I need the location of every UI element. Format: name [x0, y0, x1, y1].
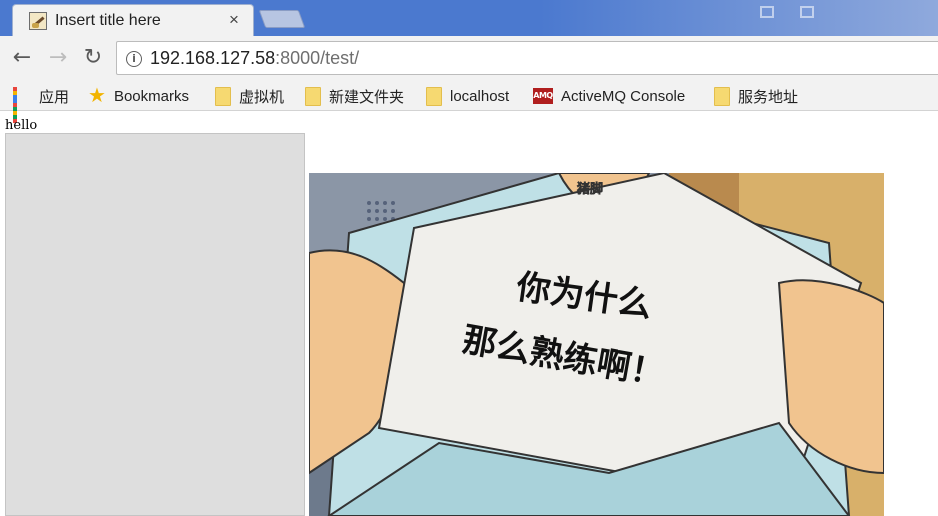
folder-icon — [714, 86, 730, 106]
star-icon: ★ — [88, 85, 106, 107]
url-text: 192.168.127.58:8000/test/ — [150, 48, 359, 69]
folder-icon — [426, 86, 442, 106]
bookmark-label: 应用 — [39, 88, 70, 106]
bookmark-folder-services[interactable]: 服务地址 — [714, 85, 798, 107]
bookmark-label: localhost — [450, 87, 510, 105]
reload-button[interactable]: ↻ — [80, 46, 106, 72]
bookmark-label: 虚拟机 — [239, 88, 285, 106]
bookmarks-bar: 应用 ★ Bookmarks 虚拟机 新建文件夹 localhost AMQ A… — [0, 82, 938, 123]
browser-toolbar: ← → ↻ i 192.168.127.58:8000/test/ — [0, 36, 938, 82]
anime-note-image: 你为什么 那么熟练啊！ 猪脚 — [309, 173, 884, 516]
bookmark-folder-localhost[interactable]: localhost — [426, 85, 509, 107]
window-control-icon[interactable] — [760, 6, 774, 18]
folder-icon — [215, 86, 231, 106]
forward-button[interactable]: → — [45, 46, 71, 72]
address-bar[interactable]: i 192.168.127.58:8000/test/ — [116, 41, 938, 75]
tab-active[interactable]: Insert title here × — [12, 4, 254, 36]
tab-strip: Insert title here × — [0, 0, 938, 36]
page-favicon-icon — [29, 12, 47, 30]
watermark-text: 猪脚 — [576, 181, 603, 197]
activemq-icon: AMQ — [533, 88, 553, 104]
url-host: 192.168.127.58 — [150, 48, 276, 68]
bookmark-label: ActiveMQ Console — [561, 87, 686, 105]
tab-close-icon[interactable]: × — [229, 11, 239, 29]
url-path: :8000/test/ — [275, 48, 360, 68]
bookmark-bookmarks[interactable]: ★ Bookmarks — [88, 85, 189, 107]
tab-title: Insert title here — [55, 12, 161, 29]
apps-icon — [13, 87, 31, 123]
folder-icon — [305, 86, 321, 106]
window-control-icon[interactable] — [800, 6, 814, 18]
new-tab-button[interactable] — [258, 10, 306, 28]
site-info-icon[interactable]: i — [126, 51, 142, 67]
bookmark-folder-vm[interactable]: 虚拟机 — [215, 85, 284, 107]
bookmark-label: 服务地址 — [738, 88, 799, 106]
bookmark-activemq[interactable]: AMQ ActiveMQ Console — [533, 85, 685, 107]
back-button[interactable]: ← — [9, 46, 35, 72]
bookmark-label: 新建文件夹 — [329, 88, 405, 106]
bookmark-folder-new[interactable]: 新建文件夹 — [305, 85, 404, 107]
bookmark-label: Bookmarks — [113, 87, 189, 105]
photo-placeholder — [5, 133, 305, 516]
anime-note-illustration: 你为什么 那么熟练啊！ 猪脚 — [309, 173, 884, 516]
bookmark-apps[interactable]: 应用 — [13, 85, 70, 123]
hello-text: hello — [5, 118, 38, 133]
